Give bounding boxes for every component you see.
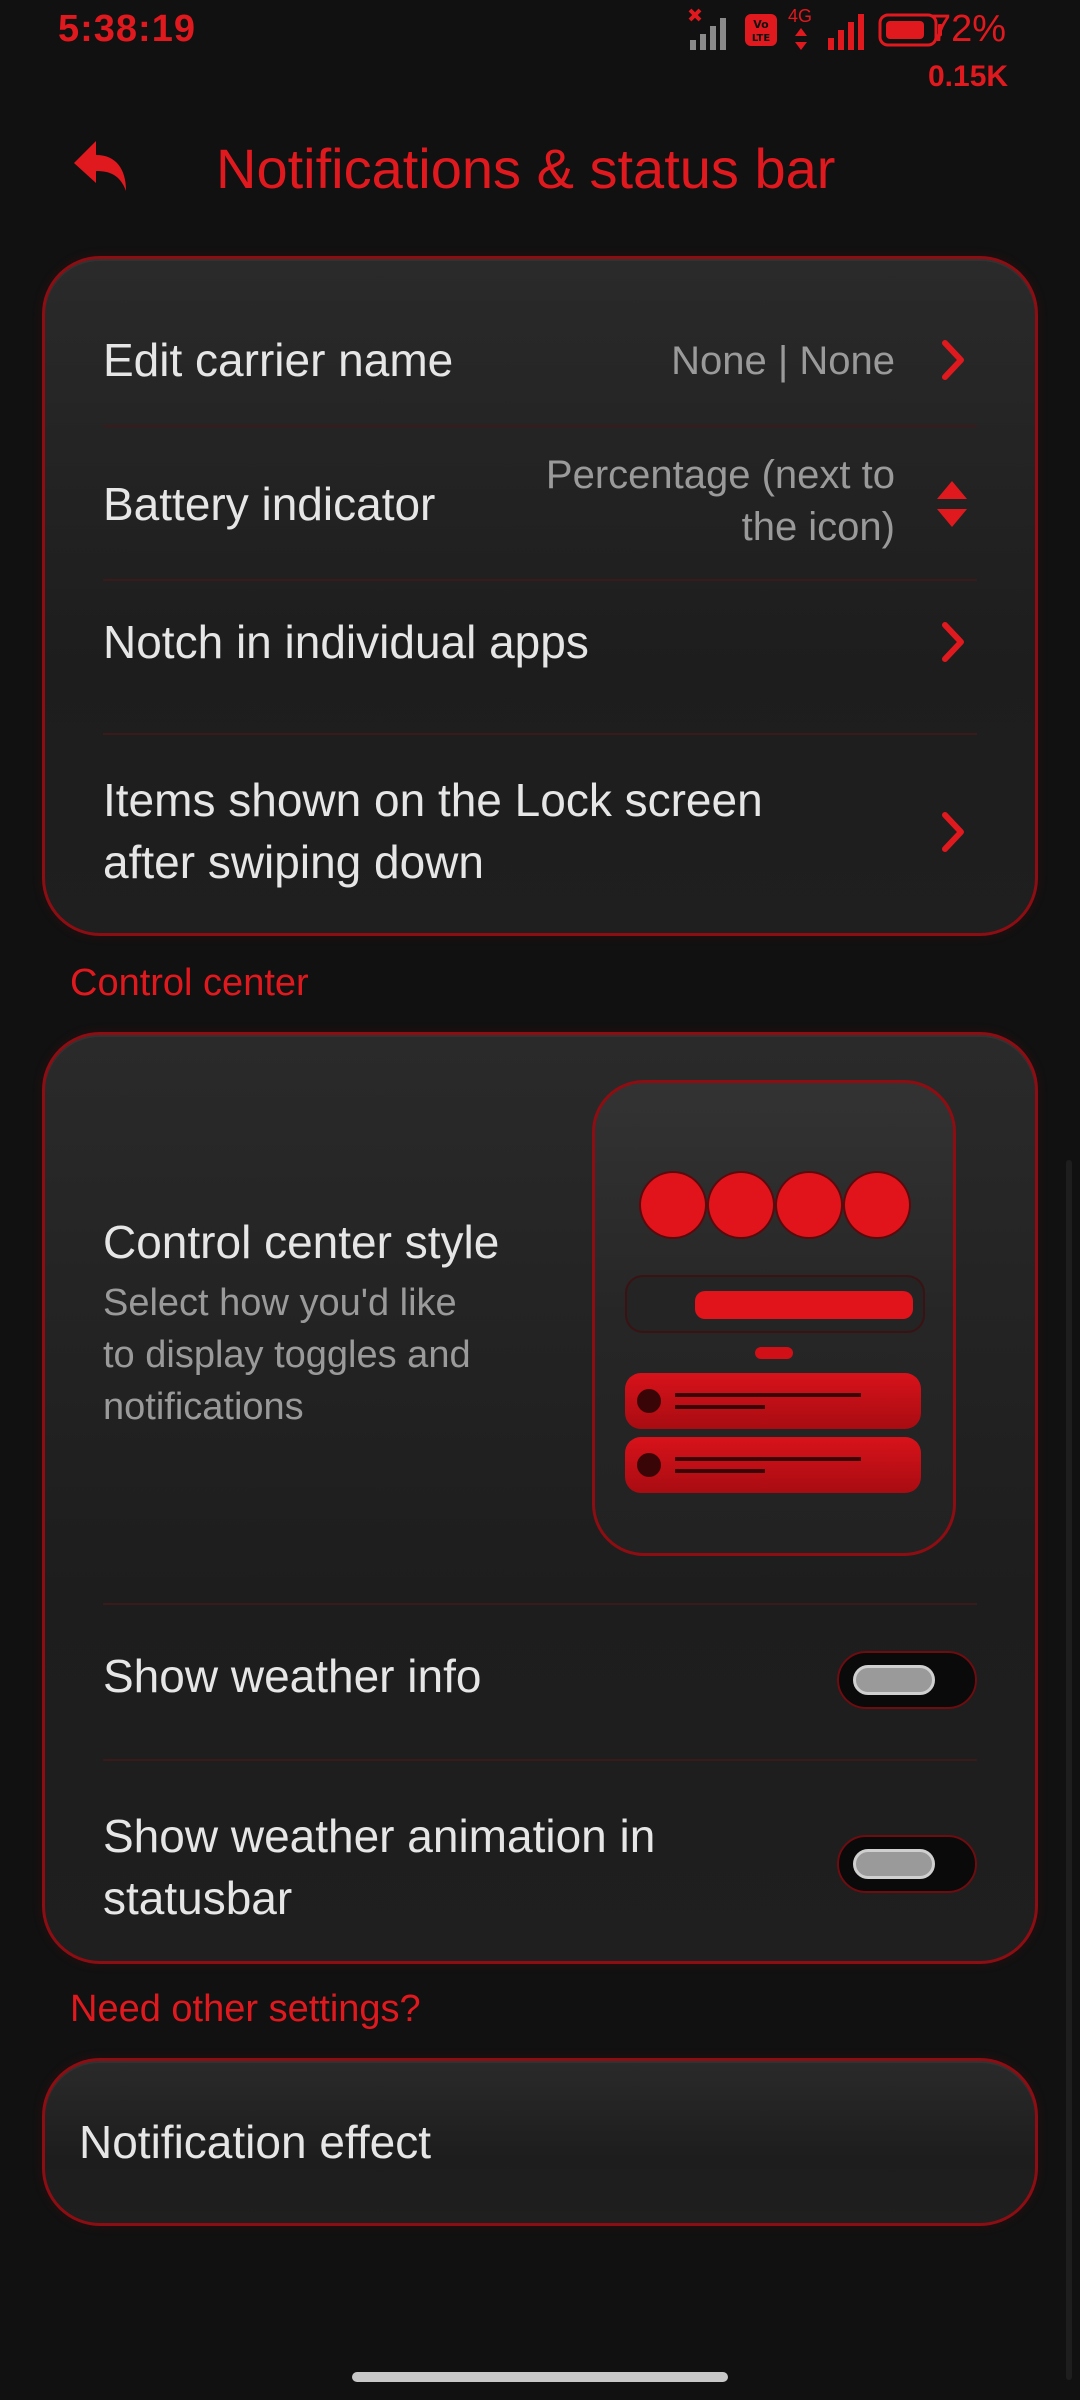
preview-brightness-fill: [695, 1291, 913, 1319]
battery-indicator-value: Percentage (next to the icon): [546, 449, 895, 553]
row-label: Notch in individual apps: [103, 616, 589, 668]
network-type-label: 4G: [788, 6, 813, 26]
preview-notification: [625, 1437, 921, 1493]
preview-handle: [755, 1347, 793, 1359]
divider: [103, 1759, 977, 1761]
notification-effect-row[interactable]: Notification effect: [79, 2105, 1001, 2185]
toggle-knob: [853, 1665, 935, 1695]
label-line-1: Show weather animation in: [103, 1810, 656, 1862]
back-arrow-icon[interactable]: [70, 135, 138, 203]
desc-line-1: Select how you'd like: [103, 1282, 457, 1324]
row-label: Show weather animation in statusbar: [103, 1805, 655, 1929]
label-line-2: after swiping down: [103, 836, 484, 888]
chevron-right-icon: [942, 340, 964, 380]
other-settings-section-title: Need other settings?: [70, 1988, 421, 2030]
status-time: 5:38:19: [58, 8, 196, 50]
svg-text:Vo: Vo: [753, 18, 769, 31]
chevron-right-icon: [942, 812, 964, 852]
label-line-1: Items shown on the Lock screen: [103, 774, 763, 826]
network-type-indicator: 4G: [788, 6, 816, 52]
data-arrows-icon: [795, 28, 807, 50]
row-label: Battery indicator: [103, 478, 436, 530]
value-line-1: Percentage (next to: [545, 453, 895, 497]
label-line-2: statusbar: [103, 1872, 293, 1924]
battery-percent: 72%: [930, 8, 1007, 50]
net-speed: 0.15K: [928, 60, 1009, 93]
desc-line-2: to display toggles and: [103, 1334, 471, 1376]
desc-line-3: notifications: [103, 1386, 304, 1428]
status-bar-settings-card: Edit carrier name None | None Battery in…: [42, 256, 1038, 936]
weather-info-toggle[interactable]: [837, 1651, 977, 1709]
svg-text:LTE: LTE: [752, 33, 771, 44]
chevron-right-icon: [942, 622, 964, 662]
preview-toggle-dot: [777, 1173, 841, 1237]
edit-carrier-name-row[interactable]: Edit carrier name None | None: [103, 329, 977, 409]
divider: [103, 1603, 977, 1605]
divider: [103, 425, 977, 427]
control-center-style-preview[interactable]: [592, 1080, 956, 1556]
control-center-style-label: Control center style: [103, 1216, 500, 1268]
volte-icon: Vo LTE: [745, 14, 777, 46]
row-label: Items shown on the Lock screen after swi…: [103, 769, 763, 893]
toggle-knob: [853, 1849, 935, 1879]
value-line-2: the icon): [741, 505, 895, 549]
divider: [103, 733, 977, 735]
preview-toggle-dot: [709, 1173, 773, 1237]
row-label: Show weather info: [103, 1650, 482, 1702]
control-center-style-desc: Select how you'd like to display toggles…: [103, 1277, 471, 1433]
page-title: Notifications & status bar: [216, 137, 836, 200]
notification-effect-label: Notification effect: [79, 2116, 432, 2168]
weather-animation-toggle[interactable]: [837, 1835, 977, 1893]
preview-toggle-dot: [641, 1173, 705, 1237]
weather-info-row[interactable]: Show weather info: [103, 1635, 977, 1725]
preview-brightness-bar: [625, 1275, 925, 1333]
dropdown-icon: [937, 481, 967, 527]
other-settings-card: Notification effect: [42, 2058, 1038, 2226]
divider: [103, 579, 977, 581]
scrollbar[interactable]: [1066, 1160, 1072, 2380]
home-indicator[interactable]: [352, 2372, 728, 2382]
lock-screen-items-row[interactable]: Items shown on the Lock screen after swi…: [103, 769, 977, 899]
control-center-section-title: Control center: [70, 962, 309, 1004]
preview-notification: [625, 1373, 921, 1429]
carrier-name-value: None | None: [671, 339, 895, 383]
row-label: Edit carrier name: [103, 334, 454, 386]
notch-apps-row[interactable]: Notch in individual apps: [103, 603, 977, 683]
weather-animation-row[interactable]: Show weather animation in statusbar: [103, 1805, 977, 1935]
no-signal-icon: [688, 8, 726, 50]
battery-indicator-row[interactable]: Battery indicator Percentage (next to th…: [103, 449, 977, 559]
preview-toggle-dot: [845, 1173, 909, 1237]
signal-icon: [828, 14, 864, 50]
status-icons: Vo LTE 4G: [686, 6, 944, 52]
